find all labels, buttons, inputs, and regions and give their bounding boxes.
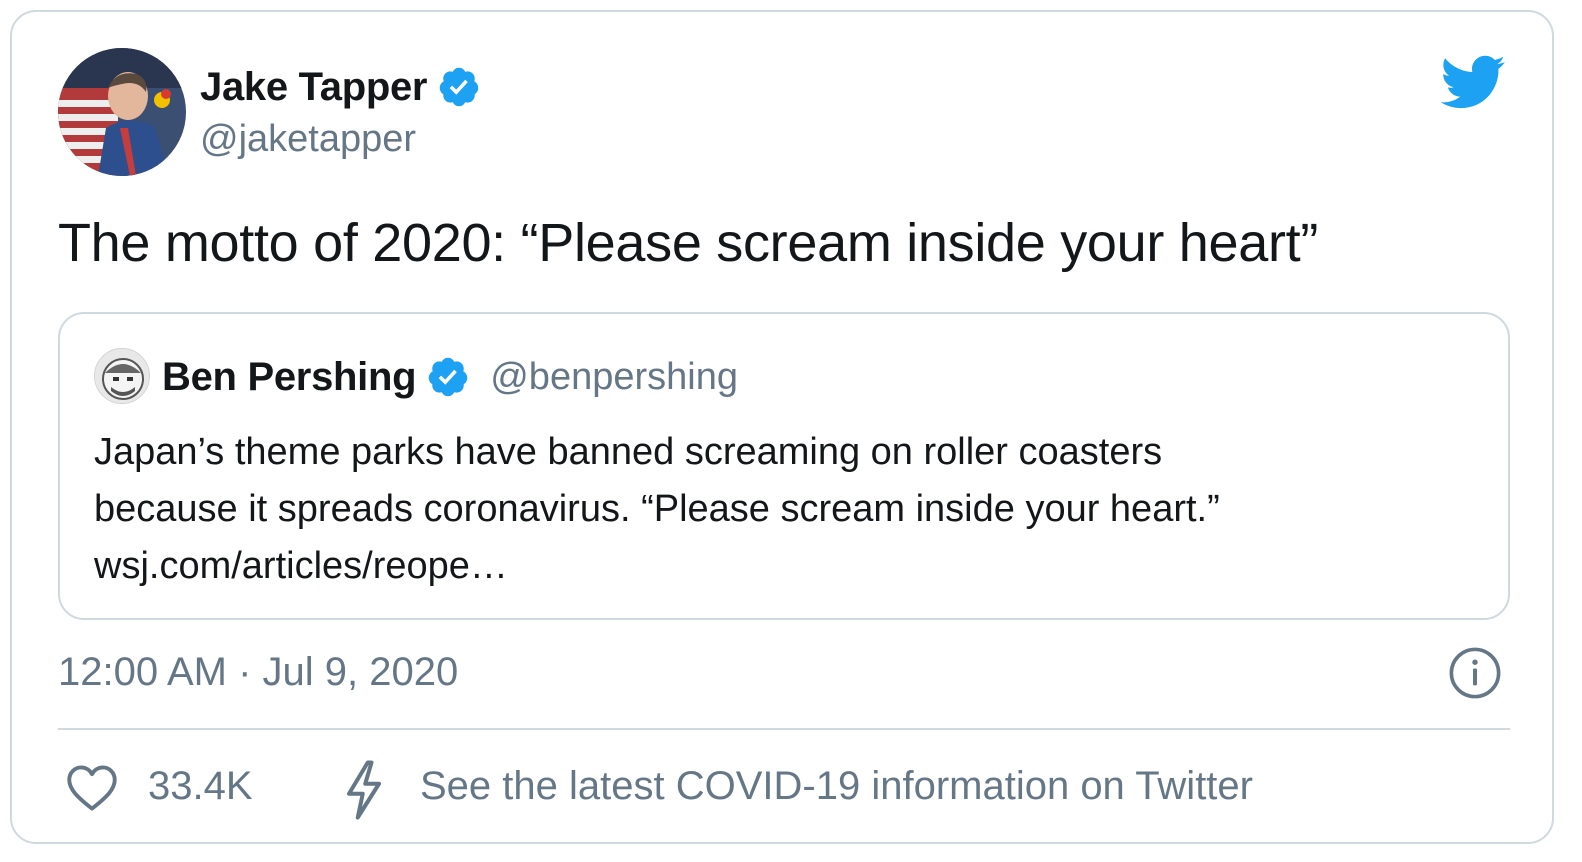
author-avatar[interactable] bbox=[58, 48, 186, 176]
author-name[interactable]: Jake Tapper bbox=[200, 65, 428, 110]
verified-badge-icon bbox=[439, 67, 479, 107]
quoted-link[interactable]: wsj.com/articles/reope… bbox=[94, 538, 1484, 595]
quoted-author-handle[interactable]: @benpershing bbox=[490, 356, 738, 399]
quoted-tweet-text: Japan’s theme parks have banned screamin… bbox=[94, 424, 1484, 595]
quoted-header: Ben Pershing @benpershing bbox=[162, 352, 738, 402]
quoted-author-name[interactable]: Ben Pershing bbox=[162, 355, 417, 400]
heart-icon[interactable] bbox=[66, 764, 118, 812]
covid-info-link[interactable]: See the latest COVID-19 information on T… bbox=[420, 764, 1253, 809]
tweet-timestamp[interactable]: 12:00 AM · Jul 9, 2020 bbox=[58, 650, 458, 695]
quoted-author-avatar[interactable] bbox=[94, 348, 150, 404]
tweet-card: Jake Tapper @jaketapper The motto of 202… bbox=[10, 10, 1554, 844]
quoted-author-avatar-image bbox=[95, 349, 149, 403]
quoted-text-line: Japan’s theme parks have banned screamin… bbox=[94, 431, 1163, 473]
tweet-text: The motto of 2020: “Please scream inside… bbox=[58, 213, 1319, 273]
lightning-bolt-icon[interactable] bbox=[344, 760, 384, 820]
like-count[interactable]: 33.4K bbox=[148, 764, 253, 809]
verified-badge-icon bbox=[428, 357, 468, 397]
author-name-row[interactable]: Jake Tapper bbox=[200, 62, 481, 112]
author-handle[interactable]: @jaketapper bbox=[200, 118, 416, 161]
quoted-tweet[interactable]: Ben Pershing @benpershing Japan’s theme … bbox=[58, 312, 1510, 620]
divider bbox=[58, 728, 1510, 730]
info-icon[interactable] bbox=[1448, 646, 1502, 700]
quoted-text-line: because it spreads coronavirus. “Please … bbox=[94, 488, 1220, 530]
author-avatar-image bbox=[58, 48, 186, 176]
twitter-bird-icon[interactable] bbox=[1438, 52, 1506, 112]
